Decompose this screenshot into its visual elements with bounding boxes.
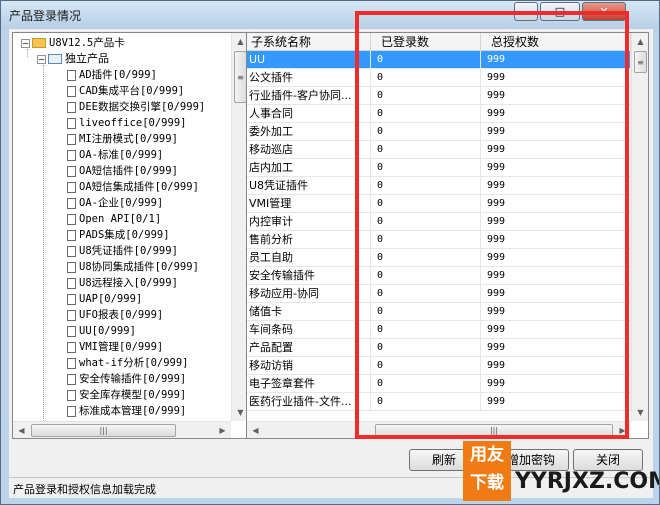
document-icon — [67, 341, 76, 353]
tree-item[interactable]: U8协同集成插件[0/999] — [67, 259, 199, 275]
tree-item[interactable]: UU[0/999] — [67, 323, 136, 339]
tree-horizontal-scrollbar[interactable]: ◀ ||| ▶ — [13, 421, 231, 438]
document-icon — [67, 373, 76, 385]
tree-item[interactable]: VMI管理[0/999] — [67, 339, 163, 355]
subsystem-name-cell: 委外加工 — [247, 123, 371, 141]
watermark-logo: 用友 下载 — [463, 441, 511, 501]
tree-connector — [43, 65, 44, 437]
document-icon — [67, 277, 76, 289]
collapse-icon[interactable]: − — [21, 38, 30, 48]
tree-item[interactable]: DEE数据交换引擎[0/999] — [67, 99, 205, 115]
status-text: 产品登录和授权信息加载完成 — [13, 483, 156, 496]
tree-item[interactable]: CAD集成平台[0/999] — [67, 83, 184, 99]
tree-item[interactable]: UFO报表[0/999] — [67, 307, 163, 323]
close-button[interactable]: 关闭 — [573, 449, 643, 471]
document-icon — [67, 389, 76, 401]
document-icon — [67, 69, 76, 81]
watermark-site: YYRJXZ.COM — [515, 469, 660, 494]
tree-item[interactable]: AD插件[0/999] — [67, 67, 157, 83]
document-icon — [67, 229, 76, 241]
tree-node-root[interactable]: − U8V12.5产品卡 — [21, 35, 125, 51]
tree-item[interactable]: U8凭证插件[0/999] — [67, 243, 178, 259]
tree-item[interactable]: what-if分析[0/999] — [67, 355, 189, 371]
document-icon — [67, 293, 76, 305]
subsystem-name-cell: 移动访销 — [247, 357, 371, 375]
subsystem-name-cell: 医药行业插件-文件... — [247, 393, 371, 411]
highlight-annotation — [355, 11, 629, 439]
scroll-up-icon[interactable]: ▲ — [632, 33, 648, 50]
scroll-right-icon[interactable]: ▶ — [214, 422, 231, 438]
subsystem-name-cell: 内控审计 — [247, 213, 371, 231]
tree-item[interactable]: PADS集成[0/999] — [67, 227, 170, 243]
document-icon — [67, 117, 76, 129]
document-icon — [67, 245, 76, 257]
window-title: 产品登录情况 — [9, 9, 82, 23]
document-icon — [67, 357, 76, 369]
document-icon — [67, 101, 76, 113]
document-icon — [67, 165, 76, 177]
collapse-icon[interactable]: − — [37, 54, 46, 64]
document-icon — [67, 405, 76, 417]
document-icon — [67, 213, 76, 225]
tree-item[interactable]: OA短信集成插件[0/999] — [67, 179, 199, 195]
tree-item[interactable]: OA-企业[0/999] — [67, 195, 163, 211]
subsystem-name-cell: 储值卡 — [247, 303, 371, 321]
document-icon — [67, 133, 76, 145]
subsystem-name-cell: 电子签章套件 — [247, 375, 371, 393]
subsystem-name-cell: 店内加工 — [247, 159, 371, 177]
tree-item[interactable]: OA-标准[0/999] — [67, 147, 163, 163]
tree-item[interactable]: MI注册模式[0/999] — [67, 131, 178, 147]
subsystem-name-cell: 移动应用-协同 — [247, 285, 371, 303]
tree-hscroll-thumb[interactable]: ||| — [31, 424, 176, 437]
subsystem-name-cell: UU — [247, 51, 371, 69]
subsystem-name-cell: 车间条码 — [247, 321, 371, 339]
tree-item[interactable]: Open API[0/1] — [67, 211, 161, 227]
grid-vertical-scrollbar[interactable]: ▲ ≡ ▼ — [631, 33, 648, 421]
subsystem-name-cell: 员工自助 — [247, 249, 371, 267]
document-icon — [67, 309, 76, 321]
scroll-left-icon[interactable]: ◀ — [13, 422, 30, 438]
document-icon — [67, 149, 76, 161]
subsystem-name-cell: 人事合同 — [247, 105, 371, 123]
tree-item[interactable]: UAP[0/999] — [67, 291, 142, 307]
subsystem-name-cell: 售前分析 — [247, 231, 371, 249]
product-tree[interactable]: − U8V12.5产品卡 − 独立产品 AD插件[0/999] CAD集成平台[0/9… — [12, 32, 249, 439]
folder-icon — [48, 54, 62, 64]
tree-item[interactable]: 标准成本管理[0/999] — [67, 403, 186, 419]
subsystem-name-cell: 行业插件-客户协同... — [247, 87, 371, 105]
subsystem-name-cell: 产品配置 — [247, 339, 371, 357]
folder-open-icon — [32, 38, 46, 48]
tree-item[interactable]: liveoffice[0/999] — [67, 115, 186, 131]
tree-item[interactable]: U8远程接入[0/999] — [67, 275, 178, 291]
subsystem-name-cell: 公文插件 — [247, 69, 371, 87]
document-icon — [67, 85, 76, 97]
tree-item[interactable]: 安全库存模型[0/999] — [67, 387, 186, 403]
subsystem-name-cell: VMI管理 — [247, 195, 371, 213]
tree-node-group[interactable]: − 独立产品 — [37, 51, 109, 67]
column-header-subsystem[interactable]: 子系统名称 — [247, 33, 371, 51]
subsystem-name-cell: 移动巡店 — [247, 141, 371, 159]
document-icon — [67, 181, 76, 193]
tree-item[interactable]: 安全传输插件[0/999] — [67, 371, 186, 387]
document-icon — [67, 261, 76, 273]
grid-scroll-thumb[interactable]: ≡ — [634, 51, 647, 73]
scroll-left-icon[interactable]: ◀ — [247, 422, 264, 438]
subsystem-name-cell: U8凭证插件 — [247, 177, 371, 195]
product-login-window: 产品登录情况 — □ ✕ − U8V12.5产品卡 − 独立产品 AD插件[0/99… — [0, 0, 660, 505]
document-icon — [67, 197, 76, 209]
scroll-down-icon[interactable]: ▼ — [632, 404, 648, 421]
document-icon — [67, 325, 76, 337]
subsystem-name-cell: 安全传输插件 — [247, 267, 371, 285]
tree-item[interactable]: OA短信插件[0/999] — [67, 163, 178, 179]
